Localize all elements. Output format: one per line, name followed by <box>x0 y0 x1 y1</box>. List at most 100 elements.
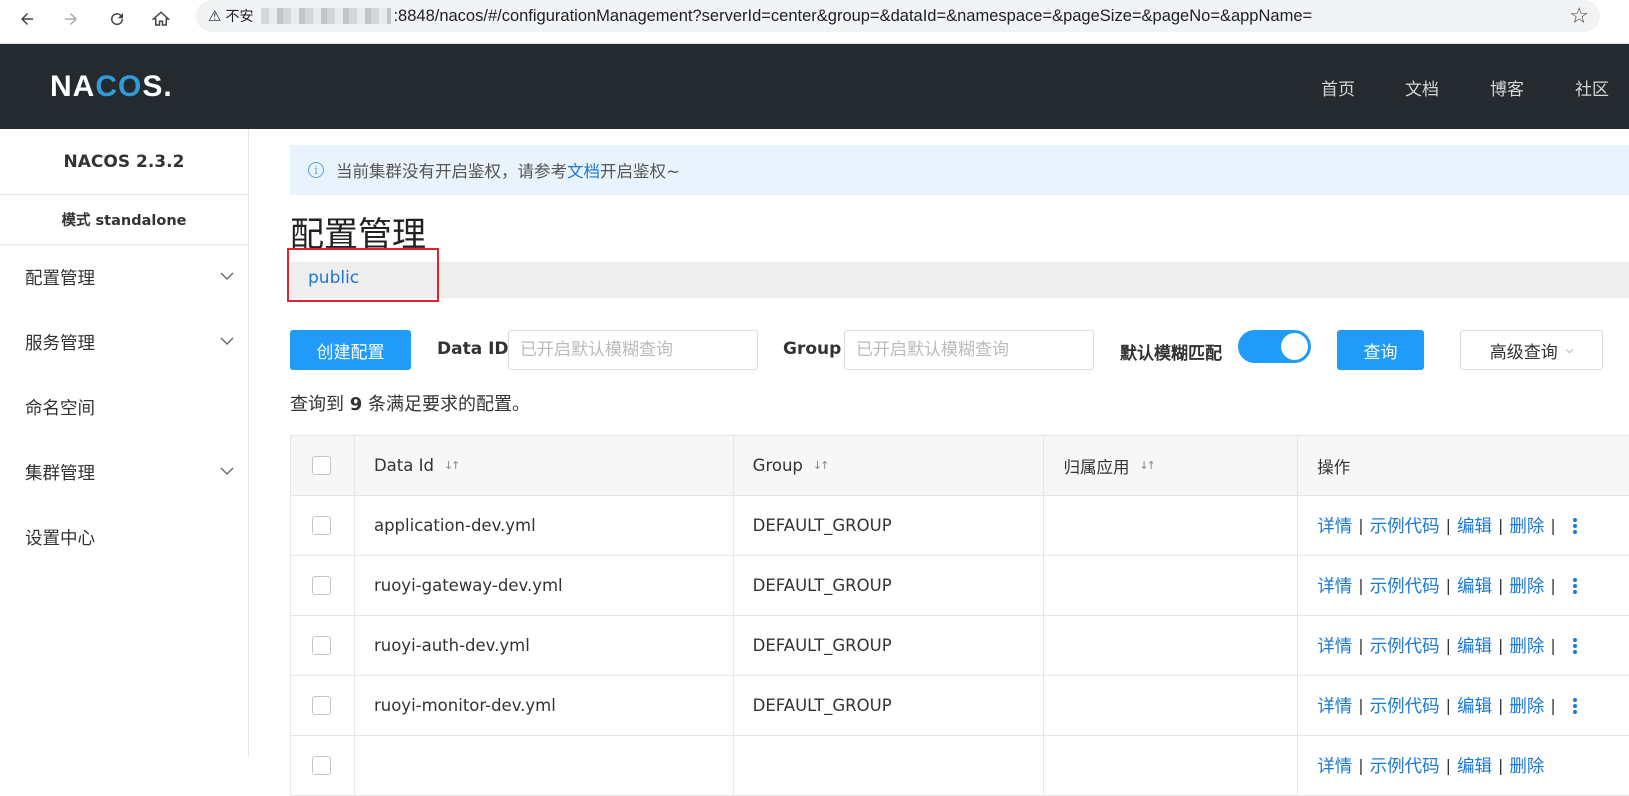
column-actions: 操作 <box>1317 457 1351 477</box>
row-checkbox[interactable] <box>312 756 331 775</box>
detail-link[interactable]: 详情 <box>1317 513 1352 538</box>
cell-data-id: ruoyi-monitor-dev.yml <box>355 676 734 735</box>
address-bar[interactable]: ⚠ 不安 :8848/nacos/#/configurationManageme… <box>196 0 1600 32</box>
table-row: ruoyi-monitor-dev.yml DEFAULT_GROUP 详情 | 示… <box>291 676 1629 736</box>
more-options-icon[interactable] <box>1570 637 1580 655</box>
sidebar-item-service[interactable]: 服务管理 <box>0 310 248 375</box>
search-button[interactable]: 查询 <box>1337 330 1424 370</box>
group-input[interactable] <box>844 330 1094 370</box>
more-options-icon[interactable] <box>1570 697 1580 715</box>
redacted-host <box>261 8 392 24</box>
sample-code-link[interactable]: 示例代码 <box>1370 633 1440 658</box>
row-checkbox[interactable] <box>312 576 331 595</box>
table-row: application-dev.yml DEFAULT_GROUP 详情 | 示例代… <box>291 496 1629 556</box>
doc-link[interactable]: 文档 <box>567 158 600 182</box>
advanced-search-button[interactable]: 高级查询 ⌵ <box>1460 330 1603 370</box>
sort-icon[interactable]: ↓↑ <box>444 459 461 472</box>
sort-icon[interactable]: ↓↑ <box>1139 459 1156 472</box>
cell-data-id: ruoyi-auth-dev.yml <box>355 616 734 675</box>
nav-community[interactable]: 社区 <box>1575 75 1609 100</box>
sidebar-item-cluster[interactable]: 集群管理 <box>0 440 248 505</box>
nav-home[interactable]: 首页 <box>1321 75 1355 100</box>
sidebar: NACOS 2.3.2 模式 standalone 配置管理 服务管理 命名空间… <box>0 129 249 757</box>
detail-link[interactable]: 详情 <box>1317 693 1352 718</box>
cell-app <box>1044 556 1299 615</box>
cell-app <box>1044 616 1299 675</box>
table-row: ruoyi-auth-dev.yml DEFAULT_GROUP 详情 | 示例代码… <box>291 616 1629 676</box>
table-row-partial: 详情 | 示例代码 | 编辑 | 删除 <box>291 736 1629 796</box>
top-header: NACOS. 首页 文档 博客 社区 <box>0 44 1629 129</box>
row-checkbox[interactable] <box>312 516 331 535</box>
sidebar-item-settings[interactable]: 设置中心 <box>0 505 248 570</box>
more-options-icon[interactable] <box>1570 517 1580 535</box>
version-label: NACOS 2.3.2 <box>0 129 248 195</box>
column-group[interactable]: Group ↓↑ <box>734 436 1045 495</box>
cell-actions: 详情 | 示例代码 | 编辑 | 删除 <box>1298 736 1629 795</box>
row-checkbox[interactable] <box>312 696 331 715</box>
browser-toolbar: ⚠ 不安 :8848/nacos/#/configurationManageme… <box>0 0 1629 44</box>
reload-icon[interactable] <box>102 4 132 34</box>
column-app[interactable]: 归属应用 ↓↑ <box>1044 436 1299 495</box>
sample-code-link[interactable]: 示例代码 <box>1370 693 1440 718</box>
delete-link[interactable]: 删除 <box>1509 633 1544 658</box>
sample-code-link[interactable]: 示例代码 <box>1370 573 1440 598</box>
fuzzy-toggle[interactable] <box>1238 330 1311 363</box>
edit-link[interactable]: 编辑 <box>1457 573 1492 598</box>
sidebar-item-config[interactable]: 配置管理 <box>0 245 248 310</box>
fuzzy-label: 默认模糊匹配 <box>1120 344 1222 364</box>
mode-label: 模式 standalone <box>0 195 248 245</box>
result-summary: 查询到 9 条满足要求的配置。 <box>290 394 530 415</box>
sidebar-item-namespace[interactable]: 命名空间 <box>0 375 248 440</box>
edit-link[interactable]: 编辑 <box>1457 693 1492 718</box>
edit-link[interactable]: 编辑 <box>1457 513 1492 538</box>
info-icon: i <box>308 162 324 178</box>
nacos-logo[interactable]: NACOS. <box>50 70 173 104</box>
detail-link[interactable]: 详情 <box>1317 633 1352 658</box>
chevron-down-icon <box>220 272 234 280</box>
edit-link[interactable]: 编辑 <box>1457 633 1492 658</box>
cell-app <box>1044 496 1299 555</box>
cell-data-id: ruoyi-gateway-dev.yml <box>355 556 734 615</box>
home-icon[interactable] <box>146 4 176 34</box>
nav-docs[interactable]: 文档 <box>1405 75 1439 100</box>
chevron-down-icon: ⌵ <box>1565 344 1574 356</box>
cell-app <box>1044 676 1299 735</box>
column-data-id[interactable]: Data Id ↓↑ <box>355 436 734 495</box>
url-text: :8848/nacos/#/configurationManagement?se… <box>393 6 1313 25</box>
cell-actions: 详情 | 示例代码 | 编辑 | 删除 | <box>1298 676 1629 735</box>
cell-actions: 详情 | 示例代码 | 编辑 | 删除 | <box>1298 496 1629 555</box>
namespace-bar <box>290 262 1629 298</box>
chevron-down-icon <box>220 337 234 345</box>
detail-link[interactable]: 详情 <box>1317 573 1352 598</box>
table-row: ruoyi-gateway-dev.yml DEFAULT_GROUP 详情 | 示… <box>291 556 1629 616</box>
dataid-input[interactable] <box>508 330 758 370</box>
toggle-knob <box>1281 333 1308 360</box>
bookmark-star-icon[interactable]: ☆ <box>1569 4 1589 29</box>
auth-notice: i 当前集群没有开启鉴权，请参考 文档 开启鉴权~ <box>290 145 1629 195</box>
cell-actions: 详情 | 示例代码 | 编辑 | 删除 | <box>1298 556 1629 615</box>
delete-link[interactable]: 删除 <box>1509 513 1544 538</box>
insecure-label: 不安 <box>225 8 254 24</box>
forward-icon[interactable] <box>56 4 86 34</box>
cell-data-id: application-dev.yml <box>355 496 734 555</box>
cell-actions: 详情 | 示例代码 | 编辑 | 删除 | <box>1298 616 1629 675</box>
config-table: Data Id ↓↑ Group ↓↑ 归属应用 ↓↑ 操作 application-… <box>290 435 1629 796</box>
warning-icon: ⚠ <box>208 8 222 25</box>
sample-code-link[interactable]: 示例代码 <box>1370 513 1440 538</box>
cell-group: DEFAULT_GROUP <box>734 556 1045 615</box>
select-all-checkbox[interactable] <box>312 456 331 475</box>
more-options-icon[interactable] <box>1570 577 1580 595</box>
sort-icon[interactable]: ↓↑ <box>813 459 830 472</box>
nav-blog[interactable]: 博客 <box>1490 75 1524 100</box>
back-icon[interactable] <box>12 4 42 34</box>
dataid-label: Data ID <box>437 339 509 359</box>
cell-group: DEFAULT_GROUP <box>734 616 1045 675</box>
create-config-button[interactable]: 创建配置 <box>290 330 411 370</box>
chevron-down-icon <box>220 467 234 475</box>
table-header: Data Id ↓↑ Group ↓↑ 归属应用 ↓↑ 操作 <box>291 436 1629 496</box>
group-label: Group <box>783 339 842 359</box>
row-checkbox[interactable] <box>312 636 331 655</box>
cell-group: DEFAULT_GROUP <box>734 676 1045 735</box>
delete-link[interactable]: 删除 <box>1509 573 1544 598</box>
delete-link[interactable]: 删除 <box>1509 693 1544 718</box>
